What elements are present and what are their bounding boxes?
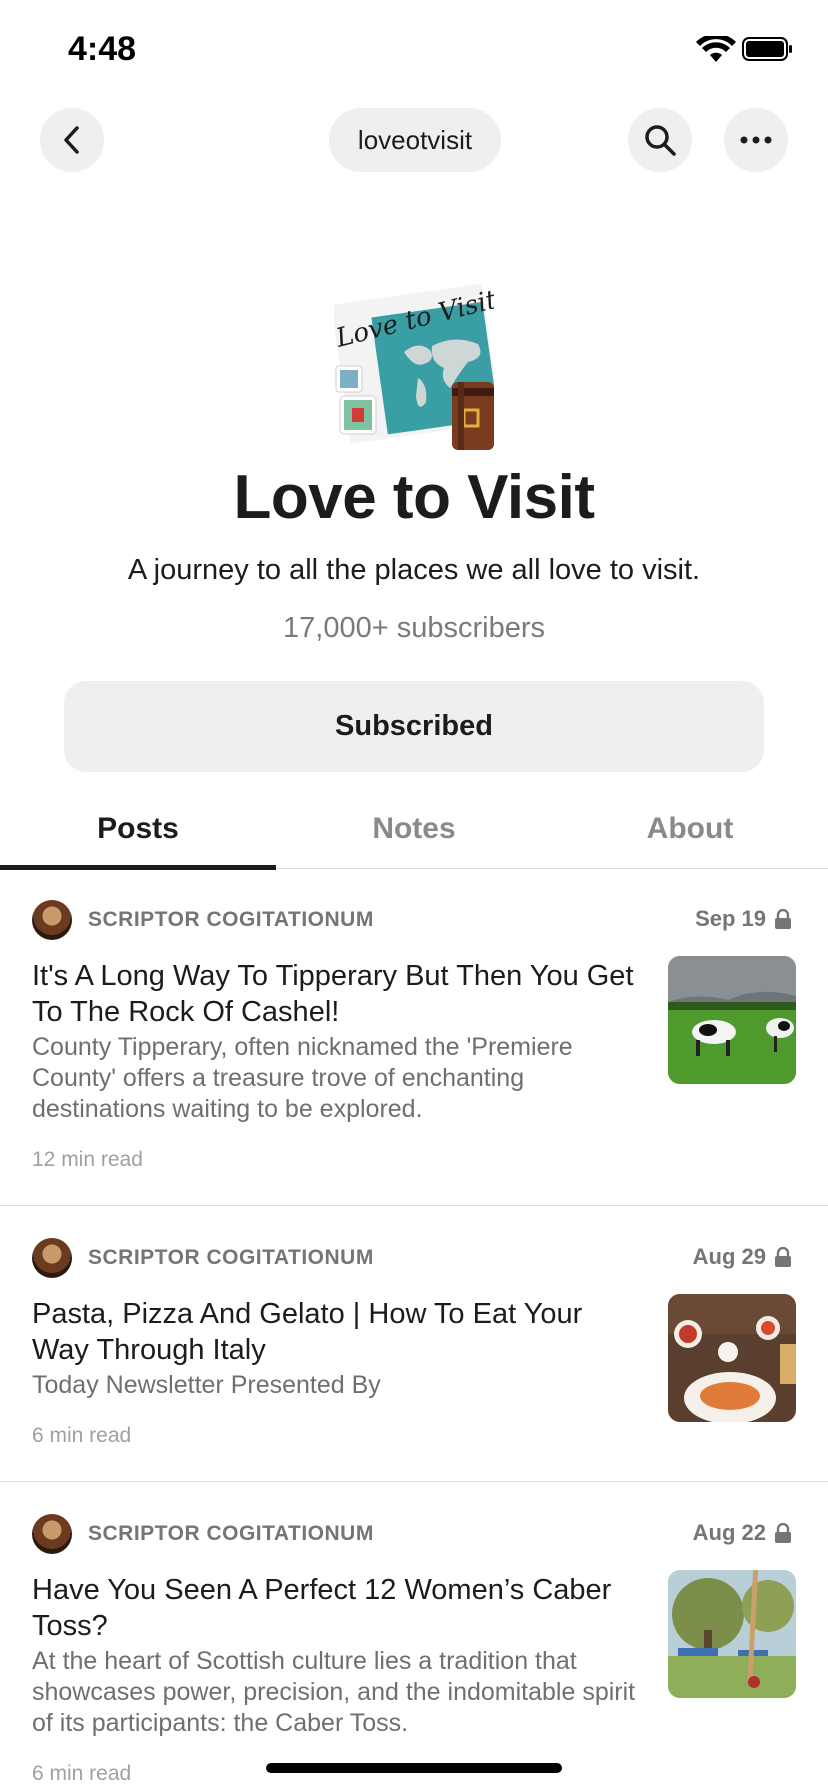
post-item[interactable]: SCRIPTOR COGITATIONUM Sep 19 It's A Long… bbox=[0, 868, 828, 1206]
status-bar: 4:48 bbox=[0, 0, 828, 100]
more-options-button[interactable] bbox=[724, 108, 788, 172]
chevron-left-icon bbox=[64, 126, 79, 154]
subscribed-button[interactable]: Subscribed bbox=[64, 681, 764, 772]
post-author[interactable]: SCRIPTOR COGITATIONUM bbox=[88, 1522, 374, 1546]
publication-title: Love to Visit bbox=[233, 463, 596, 532]
post-thumbnail[interactable] bbox=[668, 956, 796, 1084]
post-date: Sep 19 bbox=[695, 906, 766, 931]
subscriber-count: 17,000+ subscribers bbox=[283, 612, 545, 644]
back-button[interactable] bbox=[40, 108, 104, 172]
post-title[interactable]: Pasta, Pizza And Gelato | How To Eat You… bbox=[32, 1296, 642, 1368]
post-meta: Aug 29 bbox=[693, 1244, 792, 1270]
lock-icon bbox=[775, 1523, 791, 1543]
post-title[interactable]: Have You Seen A Perfect 12 Women’s Caber… bbox=[32, 1572, 642, 1644]
ellipsis-icon bbox=[740, 136, 772, 144]
read-time: 6 min read bbox=[32, 1762, 132, 1785]
post-author[interactable]: SCRIPTOR COGITATIONUM bbox=[88, 908, 374, 932]
post-excerpt: At the heart of Scottish culture lies a … bbox=[32, 1647, 636, 1737]
post-item[interactable]: SCRIPTOR COGITATIONUM Aug 22 Have You Se… bbox=[0, 1482, 828, 1792]
tab-about[interactable]: About bbox=[552, 790, 828, 868]
post-author[interactable]: SCRIPTOR COGITATIONUM bbox=[88, 1246, 374, 1270]
screen: 4:48 loveotvisit Love to Visit Love to V… bbox=[0, 0, 828, 1792]
tab-notes[interactable]: Notes bbox=[276, 790, 552, 868]
post-date: Aug 29 bbox=[692, 1244, 766, 1269]
author-avatar bbox=[32, 1238, 72, 1278]
publication-logo: Love to Visit bbox=[334, 283, 494, 450]
status-time: 4:48 bbox=[68, 30, 137, 68]
post-title[interactable]: It's A Long Way To Tipperary But Then Yo… bbox=[32, 958, 642, 1030]
search-button[interactable] bbox=[628, 108, 692, 172]
tab-label: About bbox=[646, 812, 734, 845]
wifi-icon bbox=[696, 36, 736, 62]
author-avatar bbox=[32, 900, 72, 940]
post-thumbnail[interactable] bbox=[668, 1570, 796, 1698]
publication-handle[interactable]: loveotvisit bbox=[329, 108, 501, 172]
read-time: 6 min read bbox=[32, 1424, 132, 1447]
tab-posts[interactable]: Posts bbox=[0, 790, 276, 870]
post-thumbnail[interactable] bbox=[668, 1294, 796, 1422]
publication-description: A journey to all the places we all love … bbox=[127, 554, 701, 586]
author-avatar bbox=[32, 1514, 72, 1554]
search-icon bbox=[645, 125, 676, 156]
read-time: 12 min read bbox=[32, 1148, 143, 1171]
post-item[interactable]: SCRIPTOR COGITATIONUM Aug 29 Pasta, Pizz… bbox=[0, 1206, 828, 1482]
tab-label: Posts bbox=[97, 812, 179, 845]
tab-label: Notes bbox=[372, 812, 456, 845]
tab-bar: Posts Notes About bbox=[0, 790, 828, 870]
post-excerpt: Today Newsletter Presented By bbox=[32, 1371, 381, 1399]
home-indicator bbox=[266, 1763, 562, 1773]
post-meta: Aug 22 bbox=[693, 1520, 792, 1546]
battery-icon bbox=[742, 37, 792, 61]
post-excerpt: County Tipperary, often nicknamed the 'P… bbox=[32, 1033, 573, 1123]
post-date: Aug 22 bbox=[692, 1520, 766, 1545]
lock-icon bbox=[775, 909, 791, 929]
post-meta: Sep 19 bbox=[695, 906, 792, 932]
lock-icon bbox=[775, 1247, 791, 1267]
